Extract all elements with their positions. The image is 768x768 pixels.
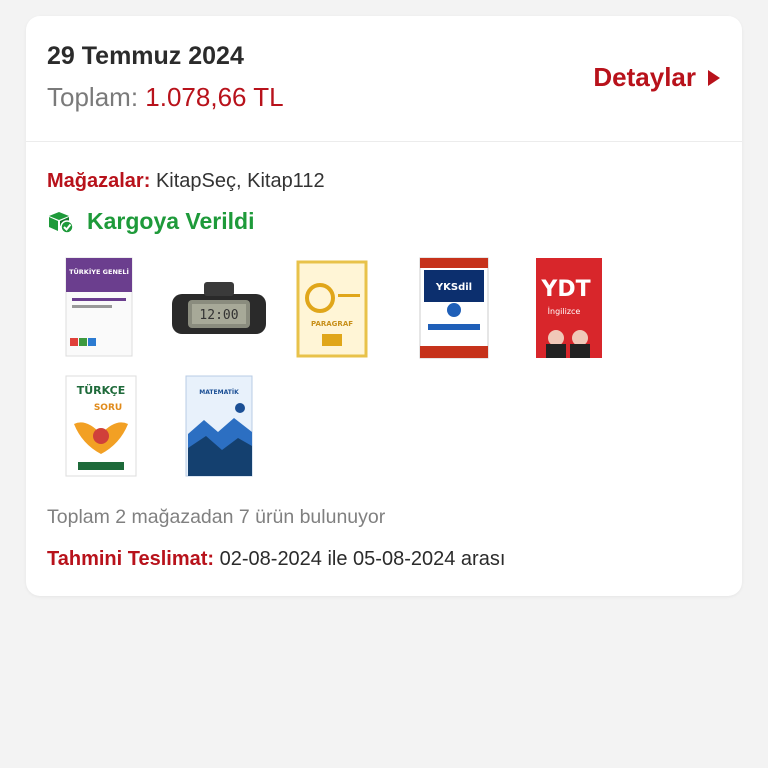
product-6-cover-text-2: SORU — [94, 403, 122, 413]
product-4-cover-text: YKSdil — [435, 282, 472, 293]
product-thumbnail-4[interactable]: YKSdil — [418, 256, 490, 360]
delivery-value: 02-08-2024 ile 05-08-2024 arası — [219, 548, 506, 570]
product-5-cover-text: YDT — [540, 277, 590, 302]
product-6-cover-text: TÜRKÇE — [77, 383, 126, 397]
stores-label: Mağazalar: — [47, 170, 151, 192]
product-3-cover-text: PARAGRAF — [311, 320, 353, 328]
details-label: Detaylar — [593, 62, 696, 92]
order-summary: Toplam 2 mağazadan 7 ürün bulunuyor — [47, 506, 386, 528]
order-card: 29 Temmuz 2024 Toplam: 1.078,66 TL Detay… — [26, 16, 742, 596]
product-1-cover-text: TÜRKİYE GENELİ — [69, 267, 129, 276]
estimated-delivery: Tahmini Teslimat: 02-08-2024 ile 05-08-2… — [47, 548, 505, 571]
order-header: 29 Temmuz 2024 Toplam: 1.078,66 TL Detay… — [26, 16, 742, 142]
stores-row: Mağazalar: KitapSeç, Kitap112 — [47, 170, 325, 193]
product-7-cover-text: MATEMATİK — [199, 389, 239, 396]
order-date: 29 Temmuz 2024 — [47, 42, 244, 70]
product-thumbnail-7[interactable]: MATEMATİK — [184, 374, 254, 478]
product-thumbnail-1[interactable]: TÜRKİYE GENELİ — [64, 256, 134, 358]
package-check-icon — [49, 211, 74, 234]
product-thumbnail-2[interactable]: 12:00 — [166, 274, 272, 344]
delivery-label: Tahmini Teslimat: — [47, 548, 215, 570]
svg-text:12:00: 12:00 — [199, 308, 238, 323]
details-link[interactable]: Detaylar — [593, 62, 720, 93]
shipping-status: Kargoya Verildi — [47, 208, 254, 235]
product-5-cover-text-2: İngilizce — [548, 306, 581, 316]
product-thumbnail-5[interactable]: YDT İngilizce — [534, 256, 604, 360]
status-label: Kargoya Verildi — [87, 208, 255, 234]
stores-value: KitapSeç, Kitap112 — [155, 170, 325, 192]
product-thumbnail-3[interactable]: PARAGRAF — [296, 260, 368, 358]
total-value: 1.078,66 TL — [145, 82, 284, 112]
order-total: Toplam: 1.078,66 TL — [47, 82, 284, 113]
total-label: Toplam: — [47, 82, 139, 112]
chevron-right-icon — [708, 69, 720, 86]
product-thumbnail-6[interactable]: TÜRKÇE SORU — [64, 374, 138, 478]
